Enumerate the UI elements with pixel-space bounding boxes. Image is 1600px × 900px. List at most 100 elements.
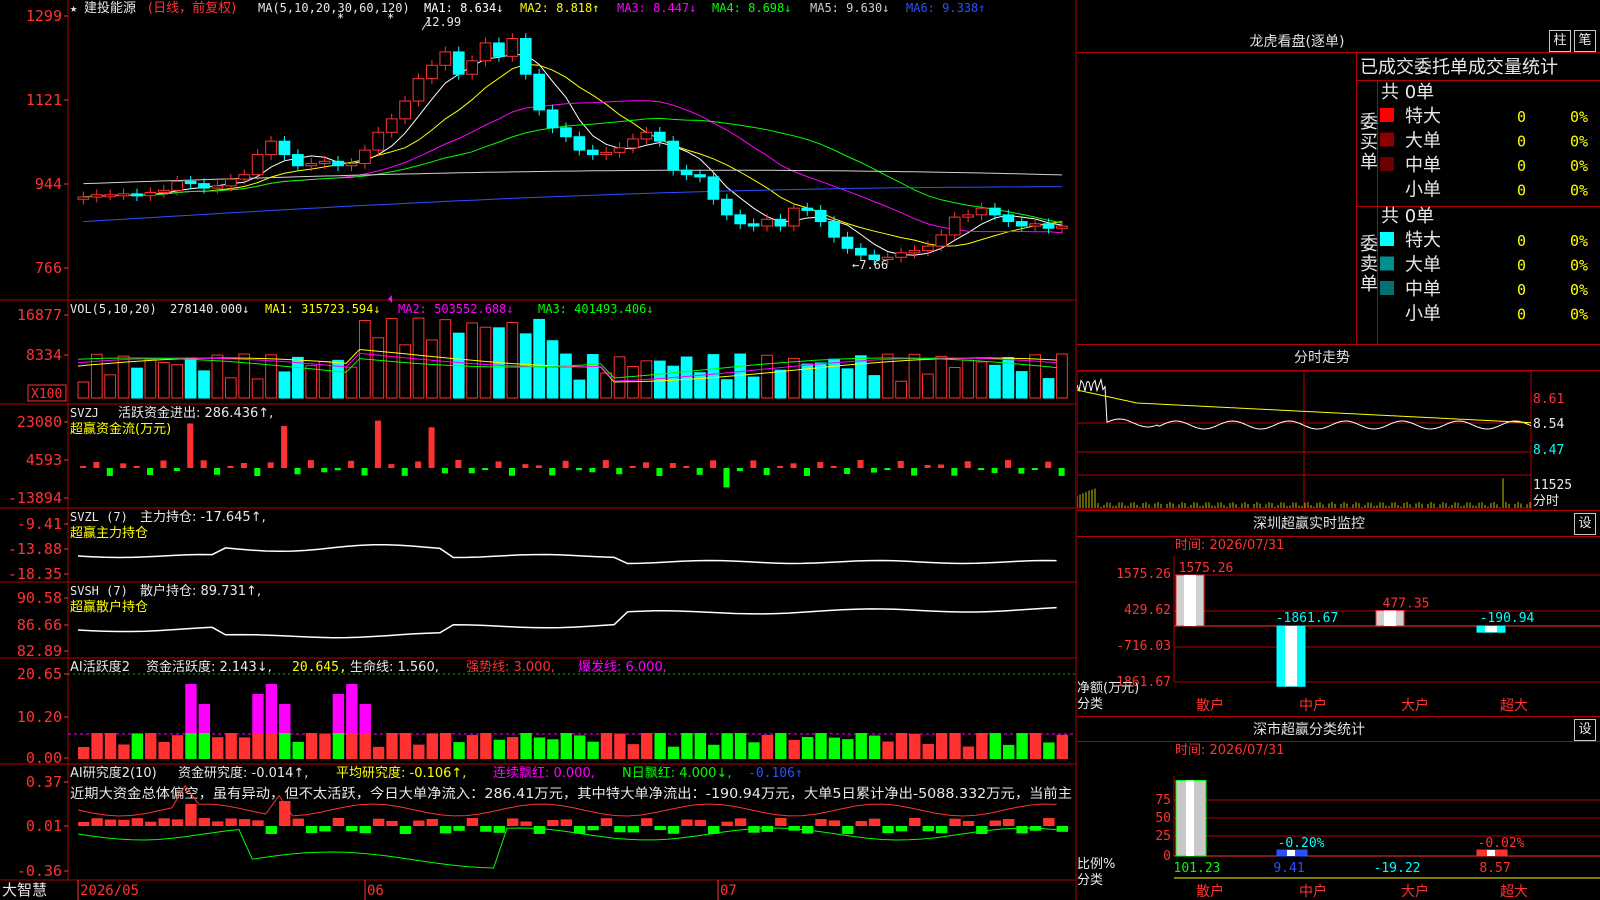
candle-body — [332, 160, 344, 167]
ai-active-bar — [694, 733, 707, 759]
ai-research-tick: 0.37 — [26, 773, 62, 791]
candle-body — [278, 140, 291, 156]
classify-tick: 50 — [1155, 811, 1171, 826]
monitor-tick: 429.62 — [1124, 603, 1171, 618]
ai-research-bar — [600, 818, 613, 826]
candle-body — [399, 100, 411, 120]
monitor-settings-button[interactable]: 设 — [1574, 513, 1596, 535]
svzj-bar — [133, 466, 140, 468]
svzj-bar — [348, 460, 355, 468]
cursor-marker-icon — [388, 295, 392, 303]
ma-legend-item: MA3: 8.447↓ — [617, 1, 696, 15]
ai-active-burst — [279, 704, 291, 733]
candle-body — [372, 131, 385, 151]
intraday-vol-unit: 分时 — [1533, 494, 1559, 509]
svzj-bar — [455, 460, 462, 468]
ai-active-bar — [641, 733, 653, 759]
ai-research-bar — [480, 826, 492, 832]
price-tick: 1299 — [26, 7, 62, 25]
candle-body — [640, 131, 653, 140]
kline-chart-area[interactable]: 1299 1121 944 766 ★ 建投能源 (日线，前复权) MA(5,1… — [0, 0, 1078, 900]
ai-active-label: AI活跃度2 — [70, 659, 130, 675]
volume-bar — [104, 374, 117, 399]
classify-tick: 25 — [1155, 829, 1171, 844]
order-size-label: 中单 — [1405, 155, 1441, 176]
tick-view-button[interactable]: 笔 — [1574, 30, 1596, 52]
ai-research-bar — [815, 819, 827, 826]
buy-side-label-1: 委 — [1360, 112, 1378, 133]
ai-research-bar — [386, 820, 398, 826]
svzj-bar — [817, 462, 824, 468]
svzj-bar — [710, 460, 717, 468]
svzl-name: 主力持仓: -17.645↑, — [140, 510, 266, 525]
volume-bar — [935, 355, 948, 399]
volume-bar — [627, 366, 639, 399]
monitor-ylabel: 净额(万元) — [1077, 681, 1139, 696]
brand-logo: 大智慧 — [2, 881, 47, 899]
candle-body — [814, 209, 827, 223]
ai-commentary: 近期大资金总体偏空，虽有异动，但不太活跃，今日大单净流入：286.41万元，其中… — [70, 785, 1072, 802]
classify-pct: -0.20% — [1278, 836, 1325, 851]
classify-time: 时间: 2026/07/31 — [1175, 743, 1284, 758]
ai-research-bar — [319, 826, 331, 832]
monitor-category: 超大 — [1500, 698, 1528, 714]
ai-research-bar — [614, 826, 626, 833]
order-size-label: 大单 — [1405, 131, 1441, 152]
chart-mode[interactable]: (日线，前复权) — [148, 0, 236, 16]
volume-bar — [305, 365, 318, 399]
column-view-button[interactable]: 柱 — [1549, 30, 1571, 52]
longhu-header: 已成交委托单成交量统计 — [1360, 57, 1558, 78]
ai-research-bar — [252, 820, 264, 826]
ma-line — [83, 54, 1063, 256]
volume-bar — [144, 359, 157, 399]
ai-research-v2: 平均研究度: -0.106↑, — [336, 765, 466, 781]
order-pct: 0% — [1570, 157, 1588, 175]
ai-active-bar — [614, 733, 626, 759]
ai-active-burst — [346, 684, 358, 733]
candle-body — [184, 180, 197, 185]
ai-research-v5: -0.106↑ — [748, 766, 803, 781]
svzj-bar — [830, 466, 837, 468]
ai-active-bar — [265, 733, 278, 759]
vol-label: VOL(5,10,20) — [70, 302, 157, 316]
sell-total: 共 0单 — [1381, 206, 1434, 227]
svzj-bar — [576, 468, 583, 471]
svzj-bar — [361, 468, 368, 476]
volume-bar — [707, 354, 720, 399]
volume-bar — [774, 369, 787, 399]
ai-research-bar — [654, 826, 666, 831]
candle-body — [171, 180, 184, 191]
volume-bar — [412, 317, 425, 399]
order-count: 0 — [1517, 157, 1526, 175]
candle-body — [426, 64, 438, 80]
order-count: 0 — [1517, 108, 1526, 126]
svzl-label: SVZL (7) — [70, 510, 128, 524]
ai-active-bar — [1016, 733, 1028, 759]
ai-research-bar — [547, 819, 559, 826]
ai-active-bar — [319, 733, 331, 759]
svzj-bar — [857, 460, 864, 468]
ai-active-bar — [480, 733, 492, 759]
candle-body — [1002, 214, 1015, 223]
classify-settings-button[interactable]: 设 — [1574, 719, 1596, 741]
classify-tick: 0 — [1163, 849, 1171, 864]
volume-bar — [426, 339, 438, 399]
volume-bar — [989, 364, 1001, 399]
svzj-bar — [415, 461, 422, 468]
date-ticks — [77, 880, 719, 900]
order-pct: 0% — [1570, 281, 1588, 299]
candle-body — [801, 207, 814, 211]
svzj-bar — [1031, 468, 1038, 470]
ai-active-bar — [1043, 742, 1055, 759]
candle-body — [305, 163, 318, 167]
candle-body — [948, 216, 961, 236]
classify-bar-highlight — [1186, 780, 1194, 856]
ai-research-bar — [976, 826, 988, 834]
ai-active-bar — [734, 733, 747, 759]
right-panels: 龙虎看盘(逐单) 已成交委托单成交量统计 委 买 单 共 0单 委 卖 单 共 … — [1077, 33, 1600, 900]
candle-body — [131, 193, 143, 197]
ai-active-bar — [252, 733, 264, 759]
ai-research-bar — [78, 822, 90, 826]
favorite-star-icon[interactable]: ★ — [70, 1, 77, 15]
monitor-bar-highlight — [1485, 626, 1497, 633]
